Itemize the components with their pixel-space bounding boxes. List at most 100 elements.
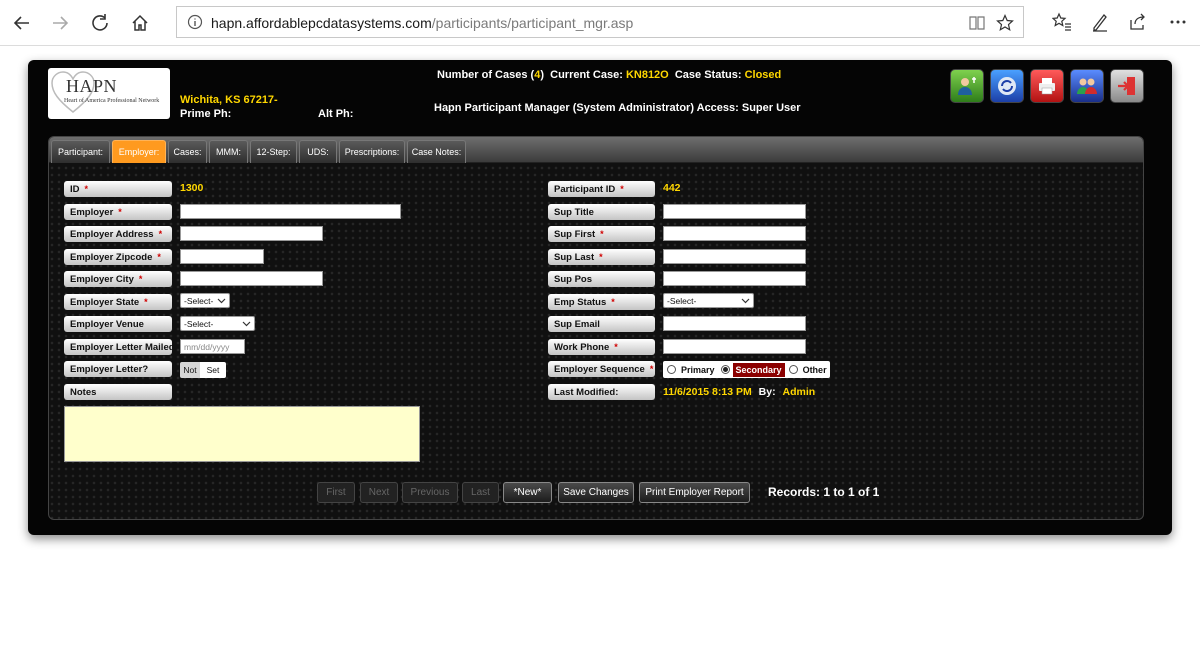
users-icon — [1077, 78, 1097, 94]
tab-case-notes[interactable]: Case Notes: — [407, 140, 466, 163]
tab-mmm[interactable]: MMM: — [209, 140, 248, 163]
employer-venue-select[interactable]: -Select- — [180, 316, 255, 331]
home-button[interactable] — [126, 9, 154, 37]
current-case: KN812O — [625, 69, 669, 81]
tab-cases[interactable]: Cases: — [168, 140, 207, 163]
tab-employer[interactable]: Employer: — [112, 140, 166, 163]
letter-not-option[interactable]: Not — [180, 362, 200, 378]
refresh-icon — [92, 14, 108, 31]
sup-email-input[interactable] — [663, 316, 806, 331]
employer-letter-mailed-input[interactable]: mm/dd/yyyy — [180, 339, 245, 354]
favorites-list-icon — [1052, 12, 1071, 31]
header-toolbar — [950, 69, 1144, 103]
last-modified-label: Last Modified: — [548, 384, 655, 400]
employer-panel: Participant: Employer: Cases: MMM: 12-St… — [48, 136, 1144, 520]
employer-city-input[interactable] — [180, 271, 323, 286]
next-button[interactable]: Next — [360, 482, 398, 503]
sync-button[interactable] — [990, 69, 1024, 103]
employer-city-label: Employer City * — [64, 271, 172, 287]
chevron-down-icon — [741, 298, 750, 304]
print-button[interactable] — [1030, 69, 1064, 103]
case-status: Closed — [744, 69, 782, 81]
employer-address-label: Employer Address * — [64, 226, 172, 242]
letter-set-option[interactable]: Set — [200, 362, 226, 378]
employer-letter-toggle[interactable]: Not Set — [180, 362, 226, 378]
radio-secondary-label[interactable]: Secondary — [732, 362, 785, 377]
chevron-down-icon — [217, 298, 226, 304]
employer-state-label: Employer State * — [64, 294, 172, 310]
radio-primary-label[interactable]: Primary — [679, 364, 717, 376]
save-changes-button[interactable]: Save Changes — [558, 482, 634, 503]
tab-participant[interactable]: Participant: — [51, 140, 110, 163]
sup-last-input[interactable] — [663, 249, 806, 264]
location-text: Wichita, KS 67217- — [180, 94, 278, 106]
favorite-button[interactable] — [995, 13, 1015, 33]
work-phone-label: Work Phone * — [548, 339, 655, 355]
employer-sequence-label: Employer Sequence * — [548, 361, 655, 377]
radio-other[interactable] — [788, 365, 798, 374]
address-bar[interactable]: hapn.affordablepcdatasystems.com/partici… — [176, 6, 1024, 38]
new-button[interactable]: *New* — [503, 482, 552, 503]
back-arrow-icon — [13, 16, 29, 30]
users-button[interactable] — [1070, 69, 1104, 103]
sup-pos-label: Sup Pos — [548, 271, 655, 287]
prime-phone-label: Prime Ph: — [180, 108, 232, 120]
url-text: hapn.affordablepcdatasystems.com/partici… — [211, 15, 634, 31]
sup-first-label: Sup First * — [548, 226, 655, 242]
favorites-hub-button[interactable] — [1050, 10, 1074, 34]
home-icon — [132, 14, 148, 31]
pen-icon — [1093, 14, 1107, 32]
share-button[interactable] — [1126, 10, 1150, 34]
user-info-button[interactable] — [950, 69, 984, 103]
tab-12-step[interactable]: 12-Step: — [250, 140, 297, 163]
web-note-button[interactable] — [1088, 10, 1112, 34]
logout-icon — [1118, 77, 1135, 95]
reading-view-button[interactable] — [967, 13, 987, 33]
info-icon — [187, 14, 203, 30]
share-icon — [1130, 13, 1145, 30]
sup-last-label: Sup Last * — [548, 249, 655, 265]
last-modified-value: 11/6/2015 8:13 PM By: Admin — [663, 386, 816, 398]
work-phone-input[interactable] — [663, 339, 806, 354]
employer-label: Employer * — [64, 204, 172, 220]
logo-tagline: Heart of America Professional Network — [64, 98, 160, 104]
notes-textarea[interactable] — [64, 406, 420, 462]
sup-title-input[interactable] — [663, 204, 806, 219]
app-container: HAPN Heart of America Professional Netwo… — [28, 60, 1172, 535]
hapn-logo: HAPN Heart of America Professional Netwo… — [48, 68, 170, 119]
sup-first-input[interactable] — [663, 226, 806, 241]
forward-arrow-icon — [53, 16, 69, 30]
back-button[interactable] — [8, 9, 36, 37]
first-button[interactable]: First — [317, 482, 355, 503]
id-label: ID * — [64, 181, 172, 197]
id-value: 1300 — [180, 182, 204, 194]
forward-button[interactable] — [46, 9, 74, 37]
refresh-button[interactable] — [86, 9, 114, 37]
print-employer-report-button[interactable]: Print Employer Report — [639, 482, 750, 503]
tab-prescriptions[interactable]: Prescriptions: — [339, 140, 405, 163]
book-icon — [969, 16, 985, 30]
employer-sequence-radio-group: Primary Secondary Other — [663, 361, 830, 378]
printer-icon — [1039, 78, 1055, 95]
tab-bar: Participant: Employer: Cases: MMM: 12-St… — [49, 137, 1143, 163]
employer-state-select[interactable]: -Select- — [180, 293, 230, 308]
logo-brand: HAPN — [66, 76, 118, 96]
employer-input[interactable] — [180, 204, 401, 219]
radio-primary[interactable] — [667, 365, 676, 374]
employer-address-input[interactable] — [180, 226, 323, 241]
tab-uds[interactable]: UDS: — [299, 140, 337, 163]
employer-zipcode-input[interactable] — [180, 249, 264, 264]
chevron-down-icon — [242, 321, 251, 327]
participant-id-value: 442 — [663, 182, 681, 194]
previous-button[interactable]: Previous — [402, 482, 458, 503]
case-summary: Number of Cases (4) Current Case: KN812O… — [437, 69, 782, 81]
emp-status-label: Emp Status * — [548, 294, 655, 310]
sup-pos-input[interactable] — [663, 271, 806, 286]
emp-status-select[interactable]: -Select- — [663, 293, 754, 308]
radio-secondary[interactable] — [720, 365, 730, 374]
logout-button[interactable] — [1110, 69, 1144, 103]
more-button[interactable] — [1166, 10, 1190, 34]
radio-other-label[interactable]: Other — [801, 364, 829, 376]
records-count: Records: 1 to 1 of 1 — [768, 485, 880, 499]
last-button[interactable]: Last — [462, 482, 499, 503]
